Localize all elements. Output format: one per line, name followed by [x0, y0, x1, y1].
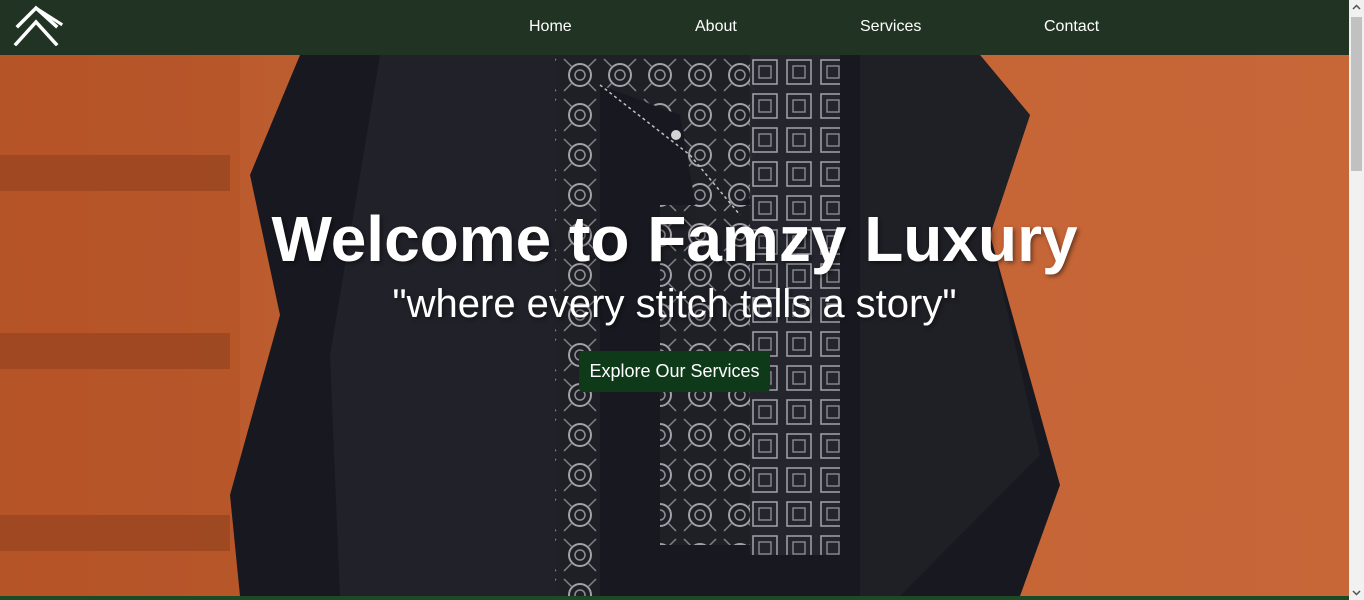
next-section-edge — [0, 596, 1349, 600]
scrollbar-thumb[interactable] — [1351, 17, 1362, 171]
logo-icon[interactable] — [12, 4, 64, 46]
hero-section: Welcome to Famzy Luxury "where every sti… — [0, 55, 1349, 596]
scroll-up-arrow-icon[interactable] — [1349, 0, 1364, 15]
nav-link-home[interactable]: Home — [529, 18, 572, 36]
vertical-scrollbar[interactable] — [1349, 0, 1364, 600]
nav-link-about[interactable]: About — [695, 18, 737, 36]
page: Home About Services Contact Welcome to F… — [0, 0, 1364, 600]
explore-services-button[interactable]: Explore Our Services — [579, 351, 770, 392]
navbar: Home About Services Contact — [0, 0, 1349, 55]
nav-link-contact[interactable]: Contact — [1044, 18, 1099, 36]
scroll-down-arrow-icon[interactable] — [1349, 585, 1364, 600]
hero-subtitle: "where every stitch tells a story" — [392, 282, 957, 326]
nav-link-services[interactable]: Services — [860, 18, 921, 36]
hero-title: Welcome to Famzy Luxury — [271, 203, 1078, 275]
